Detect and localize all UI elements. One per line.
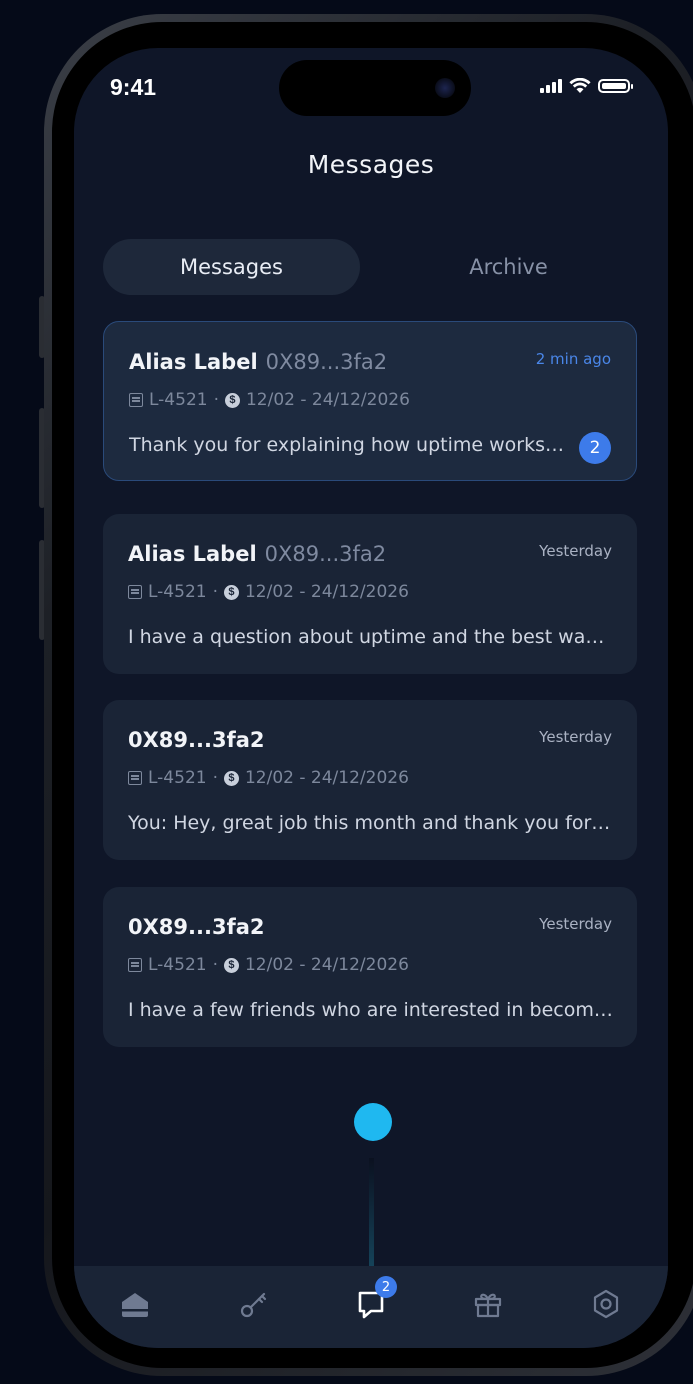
lease-meta: L-4521 · $ 12/02 - 24/12/2026 bbox=[128, 955, 409, 975]
conversation-name: Alias Label 0X89...3fa2 bbox=[129, 350, 387, 374]
conversation-item[interactable]: Alias Label 0X89...3fa2 2 min ago L-4521 … bbox=[103, 321, 637, 481]
lease-meta: L-4521 · $ 12/02 - 24/12/2026 bbox=[128, 768, 409, 788]
bottom-nav: 2 bbox=[74, 1266, 668, 1348]
nav-home[interactable] bbox=[115, 1284, 155, 1324]
unread-badge: 2 bbox=[579, 432, 611, 464]
message-preview: I have a question about uptime and the b… bbox=[128, 626, 613, 648]
lease-meta: L-4521 · $ 12/02 - 24/12/2026 bbox=[128, 582, 409, 602]
timestamp: Yesterday bbox=[539, 728, 612, 746]
settings-icon bbox=[593, 1289, 619, 1319]
nav-settings[interactable] bbox=[586, 1284, 626, 1324]
nav-rewards[interactable] bbox=[468, 1284, 508, 1324]
meta-separator: · bbox=[213, 390, 219, 410]
document-icon bbox=[128, 585, 142, 599]
touch-indicator bbox=[354, 1103, 392, 1141]
conversation-name: Alias Label 0X89...3fa2 bbox=[128, 542, 386, 566]
nav-messages[interactable]: 2 bbox=[351, 1276, 397, 1324]
meta-separator: · bbox=[212, 582, 218, 602]
coin-icon: $ bbox=[223, 584, 239, 600]
lease-id: L-4521 bbox=[148, 768, 207, 788]
dynamic-island bbox=[279, 60, 471, 116]
wifi-icon bbox=[569, 78, 591, 93]
message-preview: I have a few friends who are interested … bbox=[128, 999, 613, 1021]
home-icon bbox=[122, 1293, 148, 1317]
conversation-name: 0X89...3fa2 bbox=[128, 728, 265, 752]
timestamp: 2 min ago bbox=[535, 350, 611, 368]
conversation-name: 0X89...3fa2 bbox=[128, 915, 265, 939]
status-time: 9:41 bbox=[110, 74, 157, 100]
segmented-control: Messages Archive bbox=[103, 239, 637, 295]
document-icon bbox=[128, 958, 142, 972]
tab-archive[interactable]: Archive bbox=[380, 239, 637, 295]
page-title: Messages bbox=[307, 150, 435, 179]
conversation-item[interactable]: Alias Label 0X89...3fa2 Yesterday L-4521 … bbox=[103, 514, 637, 674]
meta-separator: · bbox=[212, 768, 218, 788]
wallet-address: 0X89...3fa2 bbox=[265, 350, 388, 374]
lease-id: L-4521 bbox=[149, 390, 208, 410]
meta-separator: · bbox=[212, 955, 218, 975]
alias-label: Alias Label bbox=[129, 350, 258, 374]
lease-dates: 12/02 - 24/12/2026 bbox=[244, 582, 409, 602]
wallet-address: 0X89...3fa2 bbox=[264, 542, 387, 566]
phone-screen: 9:41 Messages Messages Archive Alias Lab… bbox=[74, 48, 668, 1348]
coin-icon: $ bbox=[223, 957, 239, 973]
lease-dates: 12/02 - 24/12/2026 bbox=[244, 955, 409, 975]
coin-icon: $ bbox=[223, 770, 239, 786]
message-preview: Thank you for explaining how uptime work… bbox=[129, 434, 569, 456]
timestamp: Yesterday bbox=[539, 542, 612, 560]
camera-icon bbox=[435, 78, 455, 98]
conversation-item[interactable]: 0X89...3fa2 Yesterday L-4521 · $ 12/02 -… bbox=[103, 700, 637, 860]
document-icon bbox=[128, 771, 142, 785]
battery-icon bbox=[598, 79, 633, 93]
key-icon bbox=[240, 1292, 267, 1318]
lease-dates: 12/02 - 24/12/2026 bbox=[245, 390, 410, 410]
document-icon bbox=[129, 393, 143, 407]
nav-keys[interactable] bbox=[234, 1284, 274, 1324]
nav-badge: 2 bbox=[375, 1276, 397, 1298]
lease-dates: 12/02 - 24/12/2026 bbox=[244, 768, 409, 788]
gift-icon bbox=[474, 1293, 502, 1318]
lease-id: L-4521 bbox=[148, 955, 207, 975]
conversation-item[interactable]: 0X89...3fa2 Yesterday L-4521 · $ 12/02 -… bbox=[103, 887, 637, 1047]
message-preview: You: Hey, great job this month and thank… bbox=[128, 812, 613, 834]
timestamp: Yesterday bbox=[539, 915, 612, 933]
lease-id: L-4521 bbox=[148, 582, 207, 602]
lease-meta: L-4521 · $ 12/02 - 24/12/2026 bbox=[129, 390, 410, 410]
coin-icon: $ bbox=[224, 392, 240, 408]
tab-messages[interactable]: Messages bbox=[103, 239, 360, 295]
status-icons bbox=[540, 78, 633, 94]
alias-label: Alias Label bbox=[128, 542, 257, 566]
signal-icon bbox=[540, 79, 562, 93]
